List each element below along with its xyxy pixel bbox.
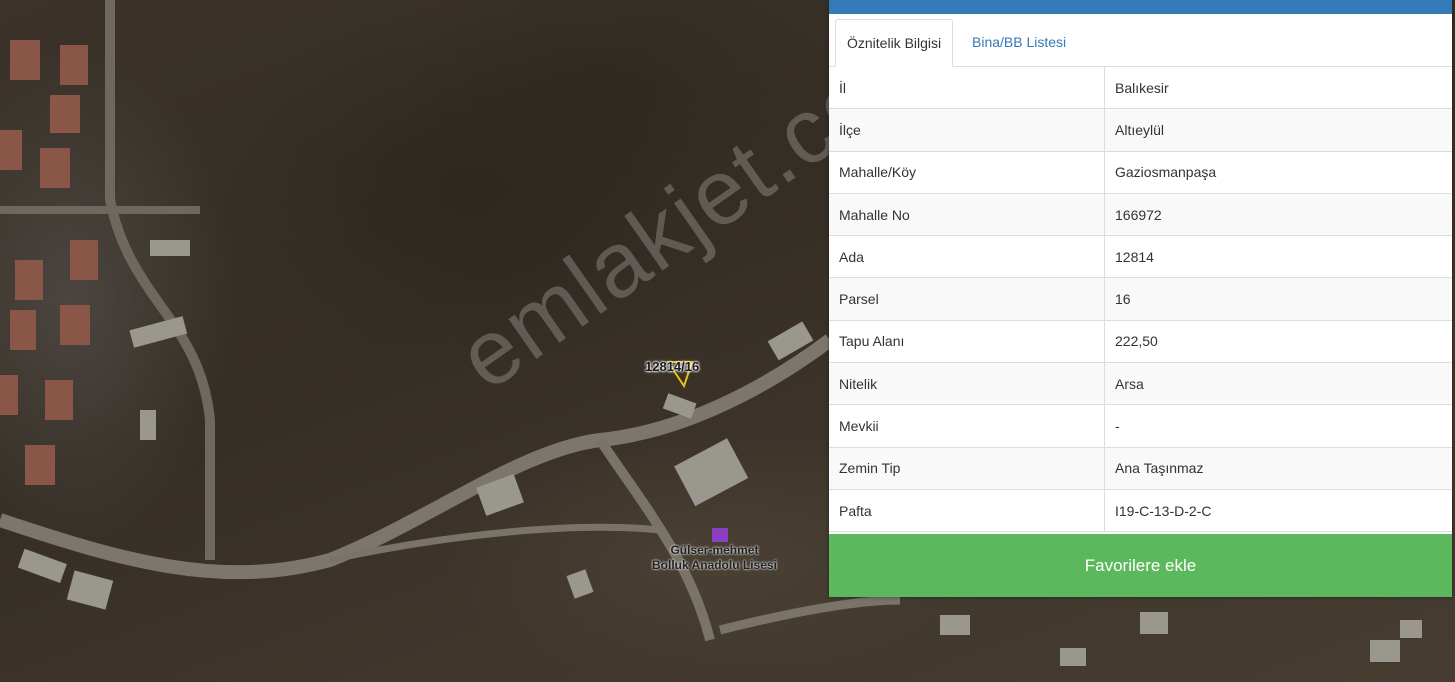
row-key: Tapu Alanı: [829, 320, 1105, 364]
school-label-line2: Bolluk Anadolu Lisesi: [652, 558, 777, 572]
row-value: 12814: [1104, 235, 1452, 279]
row-key: Mahalle No: [829, 193, 1105, 237]
housing-blocks: [0, 40, 98, 485]
row-value: Arsa: [1104, 362, 1452, 406]
table-row: Parsel 16: [829, 277, 1452, 321]
table-row: Mevkii -: [829, 404, 1452, 448]
table-row: İlçe Altıeylül: [829, 108, 1452, 152]
row-key: Mahalle/Köy: [829, 151, 1105, 194]
school-marker: [712, 528, 728, 542]
school-label: Gülser-mehmet Bolluk Anadolu Lisesi: [652, 543, 777, 573]
attribute-panel: Öznitelik Bilgisi Bina/BB Listesi İl Balı…: [829, 0, 1452, 597]
table-row: Mahalle/Köy Gaziosmanpaşa: [829, 151, 1452, 194]
tab-attribute-info[interactable]: Öznitelik Bilgisi: [835, 19, 954, 67]
row-key: Mevkii: [829, 404, 1105, 448]
row-key: Ada: [829, 235, 1105, 279]
row-value: -: [1104, 404, 1452, 448]
row-value: Ana Taşınmaz: [1104, 447, 1452, 490]
attribute-table: İl Balıkesir İlçe Altıeylül Mahalle/Köy Gaz…: [829, 67, 1452, 533]
table-row: Nitelik Arsa: [829, 362, 1452, 406]
row-key: İl: [829, 67, 1105, 110]
tab-building-list[interactable]: Bina/BB Listesi: [961, 19, 1077, 65]
row-key: İlçe: [829, 108, 1105, 152]
row-value: I19-C-13-D-2-C: [1104, 489, 1452, 533]
table-row: Zemin Tip Ana Taşınmaz: [829, 447, 1452, 490]
row-value: Altıeylül: [1104, 108, 1452, 152]
row-key: Zemin Tip: [829, 447, 1105, 490]
table-row: Tapu Alanı 222,50: [829, 320, 1452, 364]
row-key: Parsel: [829, 277, 1105, 321]
row-value: Balıkesir: [1104, 67, 1452, 110]
panel-header-bar: [829, 0, 1452, 14]
table-row: Ada 12814: [829, 235, 1452, 279]
table-row: Pafta I19-C-13-D-2-C: [829, 489, 1452, 533]
row-key: Nitelik: [829, 362, 1105, 406]
parcel-label: 12814/16: [645, 359, 700, 374]
table-row: Mahalle No 166972: [829, 193, 1452, 237]
row-value: Gaziosmanpaşa: [1104, 151, 1452, 194]
row-value: 16: [1104, 277, 1452, 321]
south-road: [718, 595, 901, 635]
add-to-favorites-button[interactable]: Favorilere ekle: [829, 534, 1452, 597]
row-value: 222,50: [1104, 320, 1452, 364]
row-value: 166972: [1104, 193, 1452, 237]
row-key: Pafta: [829, 489, 1105, 533]
school-label-line1: Gülser-mehmet: [670, 543, 759, 557]
west-road: [105, 0, 215, 560]
panel-tabs: Öznitelik Bilgisi Bina/BB Listesi: [829, 14, 1452, 67]
table-row: İl Balıkesir: [829, 67, 1452, 110]
